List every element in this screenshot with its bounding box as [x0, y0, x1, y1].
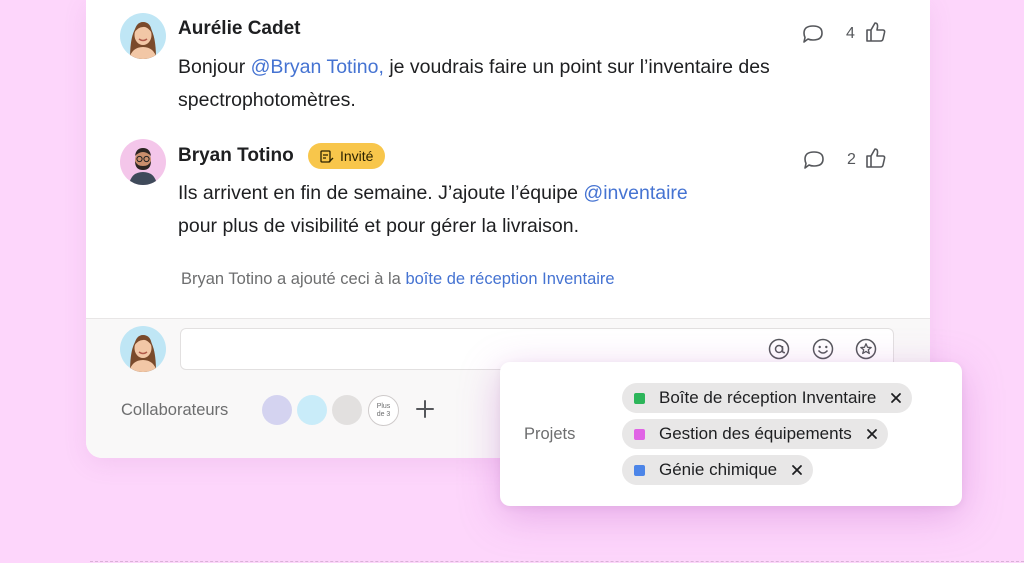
collaborators-label: Collaborateurs — [121, 401, 229, 419]
mention-link[interactable]: @Bryan Totino, — [251, 56, 384, 78]
close-icon[interactable] — [791, 464, 803, 476]
close-icon[interactable] — [866, 428, 878, 440]
project-name: Gestion des équipements — [659, 424, 852, 443]
project-color-swatch — [634, 428, 645, 440]
more-line-2: de 3 — [376, 410, 391, 418]
star-icon[interactable] — [854, 337, 878, 361]
emoji-icon[interactable] — [811, 337, 835, 361]
collaborator-avatar[interactable] — [297, 395, 327, 425]
mention-icon[interactable] — [767, 337, 791, 361]
comment-text-part: Ils arrivent en fin de semaine. J’ajoute… — [178, 182, 584, 204]
activity-text: Bryan Totino a ajouté ceci à la — [181, 270, 401, 288]
comment-text-part: spectrophotomètres. — [178, 89, 356, 111]
project-chip[interactable]: Génie chimique — [622, 455, 814, 485]
current-user-avatar — [120, 326, 166, 372]
mention-link[interactable]: @inventaire — [583, 182, 687, 204]
comment-text-part: je voudrais faire un point sur l’inventa… — [383, 56, 770, 78]
like-count: 2 — [847, 151, 856, 168]
project-color-swatch — [634, 392, 645, 404]
activity-project-link[interactable]: boîte de réception Inventaire — [405, 270, 614, 288]
project-color-swatch — [634, 464, 645, 476]
reply-icon[interactable] — [801, 148, 827, 172]
comment-text-part: Bonjour — [178, 56, 251, 78]
avatar[interactable] — [120, 139, 166, 185]
reply-icon[interactable] — [800, 22, 826, 46]
comment-author[interactable]: Aurélie Cadet — [178, 18, 300, 40]
add-collaborator-icon[interactable] — [414, 398, 436, 420]
guest-icon — [320, 149, 334, 163]
more-collaborators-button[interactable]: Plus de 3 — [368, 395, 399, 426]
badge-label: Invité — [340, 148, 374, 164]
thumbs-up-icon[interactable] — [862, 20, 888, 44]
comment-text: Bonjour @Bryan Totino, je voudrais faire… — [178, 51, 878, 117]
project-chip[interactable]: Boîte de réception Inventaire — [622, 383, 913, 413]
like-count: 4 — [846, 25, 855, 42]
collaborator-avatar[interactable] — [262, 395, 292, 425]
comment-text: Ils arrivent en fin de semaine. J’ajoute… — [178, 177, 878, 243]
project-name: Génie chimique — [659, 460, 778, 479]
collaborator-avatar[interactable] — [332, 395, 362, 425]
activity-log: Bryan Totino a ajouté ceci à la boîte de… — [181, 270, 615, 289]
comment-text-part: pour plus de visibilité et pour gérer la… — [178, 215, 580, 237]
project-chip[interactable]: Gestion des équipements — [622, 419, 888, 449]
guest-badge: Invité — [308, 143, 386, 169]
projects-label: Projets — [524, 425, 576, 443]
project-name: Boîte de réception Inventaire — [659, 388, 877, 407]
comment-author[interactable]: Bryan Totino — [178, 145, 294, 167]
avatar-woman-icon — [120, 326, 166, 372]
thumbs-up-icon[interactable] — [862, 146, 888, 170]
more-line-1: Plus — [376, 402, 391, 410]
avatar-woman-icon — [120, 13, 166, 59]
close-icon[interactable] — [890, 392, 902, 404]
avatar-man-icon — [120, 139, 166, 185]
avatar[interactable] — [120, 13, 166, 59]
more-collaborators-label: Plus de 3 — [377, 403, 391, 419]
